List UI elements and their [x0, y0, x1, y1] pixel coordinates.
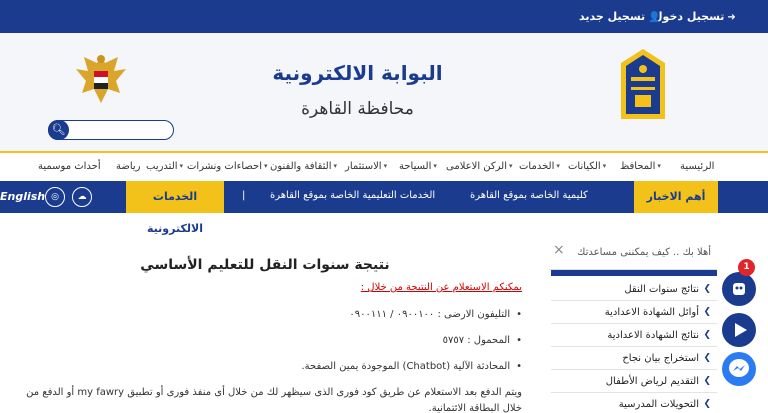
list-item: المحادثة الآلية (Chatbot) الموجودة يمين …	[301, 361, 522, 372]
close-icon[interactable]: ×	[553, 242, 565, 258]
nav-label: التدريب	[146, 161, 178, 172]
nav-label: الاستثمار	[345, 161, 382, 172]
news-bar: أهم الاخبار كليمية الخاصة بموقع القاهرة …	[0, 181, 768, 235]
nav-item-training[interactable]: التدريب ▾	[146, 161, 183, 172]
main-nav: الرئيسية المحافظ ▾ الكيانات ▾ الخدمات ▾ الر…	[0, 151, 768, 181]
search-icon: 🔍︎	[51, 123, 66, 136]
login-label: تسجيل دخول	[653, 10, 725, 23]
nav-label: احصاءات ونشرات	[187, 161, 262, 172]
list-item: التليفون الارضى : ٠٩٠٠١٠٠ / ٠٩٠٠١١١	[349, 309, 522, 320]
chevron-down-icon: ▾	[657, 162, 661, 170]
chevron-down-icon: ▾	[556, 162, 560, 170]
sidebar-item-transfer-results[interactable]: ❮ نتائج سنوات النقل	[551, 279, 717, 301]
sidebar-item-label: أوائل الشهادة الاعدادية	[604, 307, 699, 318]
sidebar-item-label: نتائج سنوات النقل	[624, 284, 699, 295]
accessibility-icon[interactable]: ◎	[45, 187, 65, 207]
sidebar-item-school-transfers[interactable]: ❮ التحويلات المدرسية	[551, 394, 717, 413]
nav-item-sports[interactable]: رياضة	[116, 161, 141, 172]
nav-item-home[interactable]: الرئيسية	[680, 161, 714, 172]
register-link[interactable]: تسجيل جديد 👤	[579, 10, 661, 23]
page-title: نتيجة سنوات النقل للتعليم الأساسي	[140, 257, 390, 273]
nav-item-media[interactable]: الركن الاعلامى ▾	[446, 161, 513, 172]
ticker-separator: |	[242, 190, 246, 201]
news-ticker-item[interactable]: الخدمات التعليمية الخاصة بموقع القاهرة	[270, 190, 435, 201]
chevron-down-icon: ▾	[179, 162, 184, 170]
chevron-left-icon: ❮	[703, 284, 711, 294]
chatbot-button[interactable]	[722, 272, 756, 306]
chevron-left-icon: ❮	[703, 307, 711, 317]
chevron-down-icon: ▾	[509, 162, 513, 170]
chevron-left-icon: ❮	[703, 399, 711, 409]
chevron-down-icon: ▾	[383, 162, 388, 170]
services-sidebar: × أهلا بك .. كيف يمكننى مساعدتك ❮ نتائج س…	[549, 236, 717, 413]
sidebar-item-success-statement[interactable]: ❮ استخراج بيان نجاح	[551, 348, 717, 370]
cloud-icon[interactable]: ☁	[72, 187, 92, 207]
chat-prompt-bar[interactable]: × أهلا بك .. كيف يمكننى مساعدتك	[549, 236, 717, 270]
chevron-down-icon: ▾	[333, 162, 338, 170]
nav-item-culture[interactable]: الثقافة والفنون ▾	[270, 161, 337, 172]
nav-label: السياحة	[399, 161, 432, 172]
register-label: تسجيل جديد	[579, 10, 646, 23]
chevron-left-icon: ❮	[703, 330, 711, 340]
chat-greeting: أهلا بك .. كيف يمكننى مساعدتك	[577, 247, 711, 258]
top-bar: تسجيل دخول ➜ تسجيل جديد 👤	[0, 0, 768, 33]
login-link[interactable]: تسجيل دخول ➜	[653, 10, 736, 23]
sign-in-icon: ➜	[727, 12, 736, 23]
nav-label: المحافظ	[620, 161, 656, 172]
user-plus-icon: 👤	[648, 12, 661, 23]
chevron-down-icon: ▾	[602, 162, 607, 170]
nav-item-governor[interactable]: المحافظ ▾	[620, 161, 661, 172]
nav-label: الركن الاعلامى	[446, 161, 508, 172]
top-news-label: أهم الاخبار	[634, 181, 718, 213]
site-subtitle: محافظة القاهرة	[301, 99, 414, 119]
nav-item-statistics[interactable]: احصاءات ونشرات ▾	[187, 161, 268, 172]
chevron-left-icon: ❮	[703, 376, 711, 386]
sidebar-item-prep-top-students[interactable]: ❮ أوائل الشهادة الاعدادية	[551, 302, 717, 324]
sidebar-item-label: التقديم لرياض الأطفال	[605, 376, 699, 387]
list-item: المحمول : ٥٧٥٧	[443, 335, 522, 346]
chevron-left-icon: ❮	[703, 353, 711, 363]
nav-item-entities[interactable]: الكيانات ▾	[568, 161, 606, 172]
search-button[interactable]: 🔍︎	[48, 120, 69, 140]
eservices-button[interactable]: الخدمات الالكترونية	[126, 181, 224, 235]
nav-item-investment[interactable]: الاستثمار ▾	[345, 161, 387, 172]
nav-label: الخدمات	[519, 161, 555, 172]
news-ticker-item[interactable]: كليمية الخاصة بموقع القاهرة	[470, 190, 588, 201]
sidebar-item-label: استخراج بيان نجاح	[622, 353, 699, 364]
messenger-icon	[729, 359, 749, 377]
video-button[interactable]	[722, 313, 756, 347]
nav-label: الكيانات	[568, 161, 601, 172]
site-header: البوابة الالكترونية محافظة القاهرة 🔍︎	[0, 33, 768, 151]
nav-label: الثقافة والفنون	[270, 161, 332, 172]
notification-badge: 1	[738, 259, 755, 276]
payment-paragraph: ويتم الدفع بعد الاستعلام عن طريق كود فور…	[26, 387, 522, 413]
bot-icon	[733, 283, 745, 295]
sidebar-item-label: التحويلات المدرسية	[618, 399, 699, 410]
sidebar-item-prep-results[interactable]: ❮ نتائج الشهادة الاعدادية	[551, 325, 717, 347]
nav-item-services[interactable]: الخدمات ▾	[519, 161, 560, 172]
eagle-emblem-icon	[76, 55, 126, 103]
english-language-link[interactable]: English	[0, 190, 45, 203]
sidebar-item-kindergarten[interactable]: ❮ التقديم لرياض الأطفال	[551, 371, 717, 393]
inquiry-subtitle: يمكنكم الاستعلام عن النتيجة من خلال :	[360, 282, 522, 293]
nav-item-seasonal-events[interactable]: أحداث موسمية	[38, 161, 101, 172]
sidebar-item-label: نتائج الشهادة الاعدادية	[607, 330, 699, 341]
chevron-down-icon: ▾	[433, 162, 437, 170]
play-icon	[735, 323, 747, 337]
cairo-governorate-logo-icon	[621, 49, 665, 119]
site-title: البوابة الالكترونية	[272, 61, 443, 85]
sidebar-accent	[551, 270, 717, 276]
nav-item-tourism[interactable]: السياحة ▾	[399, 161, 437, 172]
chevron-down-icon: ▾	[264, 162, 268, 170]
messenger-button[interactable]	[722, 352, 756, 386]
